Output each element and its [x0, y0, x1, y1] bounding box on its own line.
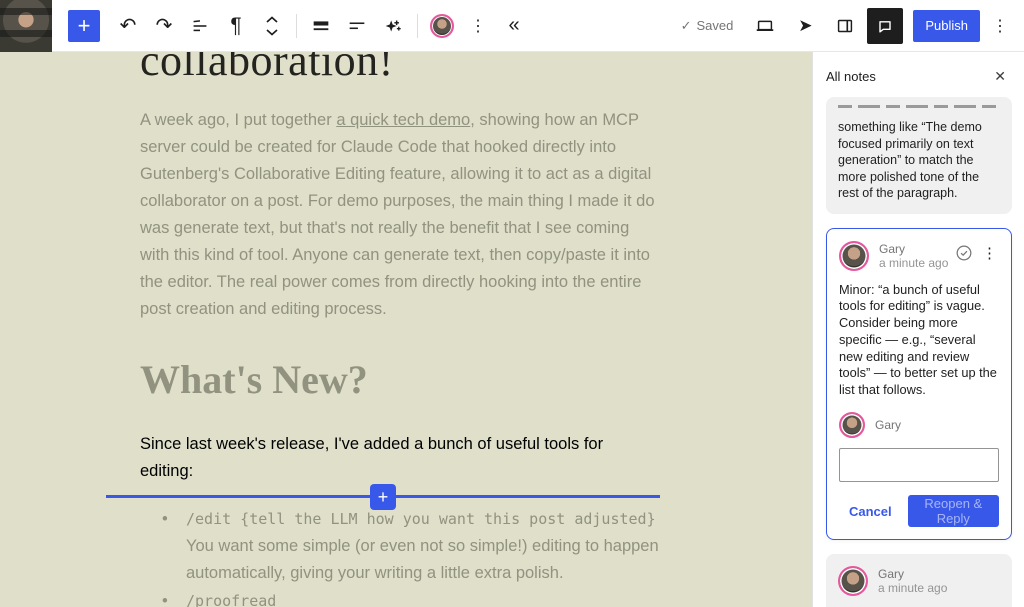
collaborator-avatar [430, 14, 454, 38]
resolve-note-button[interactable] [952, 241, 976, 265]
collapse-toolbar-button[interactable]: « [496, 2, 532, 50]
more-options-button[interactable]: ⋮ [986, 8, 1014, 44]
list-view-icon [189, 15, 211, 37]
undo-button[interactable]: ↶ [110, 2, 146, 50]
send-icon: ➤ [798, 16, 812, 36]
redo-icon: ↷ [156, 13, 173, 38]
note-text: something like “The demo focused primari… [838, 119, 1000, 202]
post-title[interactable]: collaboration! [140, 52, 660, 86]
site-icon[interactable] [0, 0, 52, 52]
list-item[interactable]: /edit {tell the LLM how you want this po… [140, 506, 660, 587]
ellipsis-icon: ⋮ [992, 16, 1008, 36]
note-timestamp: a minute ago [878, 581, 947, 596]
check-icon: ✓ [681, 18, 692, 34]
publish-button[interactable]: Publish [913, 10, 980, 42]
editor-topbar: + ↶ ↷ ¶ [0, 0, 1024, 52]
note-text: Minor: “a bunch of useful tools for edit… [839, 282, 999, 400]
save-status-label: Saved [696, 18, 733, 33]
avatar [838, 566, 868, 596]
paragraph-icon: ¶ [230, 14, 241, 38]
ellipsis-icon: ⋮ [470, 16, 486, 36]
align-text-button[interactable] [303, 2, 339, 50]
plus-icon: + [378, 488, 389, 506]
block-options-button[interactable]: ⋮ [460, 2, 496, 50]
note-card-active[interactable]: Gary a minute ago ⋮ [826, 228, 1012, 541]
redo-button[interactable]: ↷ [146, 2, 182, 50]
note-meta: Gary a minute ago [878, 566, 947, 596]
sidebar-toggle-icon [834, 15, 856, 37]
block-inserter-button[interactable]: + [68, 10, 100, 42]
editor-main: collaboration! A week ago, I put togethe… [0, 52, 1024, 607]
whats-new-heading-block[interactable]: What's New? [140, 356, 660, 403]
note-meta: Gary a minute ago [879, 241, 948, 271]
preview-button[interactable] [747, 8, 783, 44]
collapse-icon: « [508, 14, 519, 37]
undo-icon: ↶ [120, 13, 137, 38]
align-thick-icon [310, 15, 332, 37]
tools-list-block[interactable]: /edit {tell the LLM how you want this po… [140, 506, 660, 607]
reply-author-row: Gary [839, 412, 999, 438]
intro-paragraph-block[interactable]: A week ago, I put together a quick tech … [140, 107, 660, 323]
note-header: Gary a minute ago [838, 566, 1000, 596]
list-item-command: /proofread [186, 588, 660, 607]
plus-icon: + [78, 15, 91, 37]
document-overview-button[interactable] [182, 2, 218, 50]
comment-icon [875, 16, 895, 36]
notes-list: something like “The demo focused primari… [813, 97, 1024, 607]
laptop-icon [754, 15, 776, 37]
align-left-button[interactable] [339, 2, 375, 50]
ai-assistant-button[interactable] [375, 2, 411, 50]
gutenberg-editor: + ↶ ↷ ¶ [0, 0, 1024, 607]
close-icon: ✕ [994, 68, 1006, 84]
note-timestamp: a minute ago [879, 256, 948, 271]
close-notes-button[interactable]: ✕ [992, 66, 1008, 87]
list-item-description: You want some simple (or even not so sim… [186, 533, 660, 587]
sparkles-icon [382, 15, 404, 37]
toolbar-separator [296, 14, 297, 38]
intro-text-pre: A week ago, I put together [140, 111, 336, 129]
note-actions: ⋮ [952, 241, 999, 265]
note-card[interactable]: something like “The demo focused primari… [826, 97, 1012, 214]
avatar [839, 412, 865, 438]
toolbar-separator [417, 14, 418, 38]
note-author: Gary [879, 242, 948, 256]
send-button[interactable]: ➤ [787, 8, 823, 44]
block-mover-button[interactable] [254, 2, 290, 50]
note-options-button[interactable]: ⋮ [980, 242, 999, 264]
collaborator-presence[interactable] [424, 2, 460, 50]
selected-paragraph-block[interactable]: Since last week's release, I've added a … [140, 431, 660, 485]
reply-author: Gary [875, 418, 901, 432]
avatar [839, 241, 869, 271]
notes-sidebar-header: All notes ✕ [813, 52, 1024, 97]
align-left-icon [346, 15, 368, 37]
note-card[interactable]: Gary a minute ago The list items mix two… [826, 554, 1012, 607]
check-circle-icon [954, 243, 974, 263]
paragraph-block-button[interactable]: ¶ [218, 2, 254, 50]
editor-canvas[interactable]: collaboration! A week ago, I put togethe… [0, 52, 812, 607]
post-content-column: collaboration! A week ago, I put togethe… [140, 52, 660, 607]
reopen-reply-button[interactable]: Reopen & Reply [908, 495, 999, 527]
note-author: Gary [878, 567, 947, 581]
clipped-text-remnant [838, 105, 1000, 114]
tech-demo-link[interactable]: a quick tech demo [336, 111, 470, 129]
block-insertion-indicator: + [106, 495, 660, 498]
note-header: Gary a minute ago ⋮ [839, 241, 999, 271]
settings-sidebar-button[interactable] [827, 8, 863, 44]
intro-text-post: , showing how an MCP server could be cre… [140, 111, 655, 318]
notes-sidebar: All notes ✕ something like “The demo foc… [812, 52, 1024, 607]
list-item-command: /edit {tell the LLM how you want this po… [186, 506, 660, 533]
reply-input[interactable] [839, 448, 999, 482]
topbar-right-group: ✓ Saved ➤ Publish [681, 8, 1024, 44]
ellipsis-icon: ⋮ [982, 244, 997, 262]
list-item[interactable]: /proofread Find and automatically fix si… [140, 588, 660, 607]
reply-actions: Cancel Reopen & Reply [839, 495, 999, 527]
notes-panel-button[interactable] [867, 8, 903, 44]
cancel-button[interactable]: Cancel [839, 498, 902, 525]
save-status[interactable]: ✓ Saved [681, 18, 734, 34]
move-up-down-icon [263, 14, 281, 38]
notes-sidebar-title: All notes [826, 69, 876, 84]
